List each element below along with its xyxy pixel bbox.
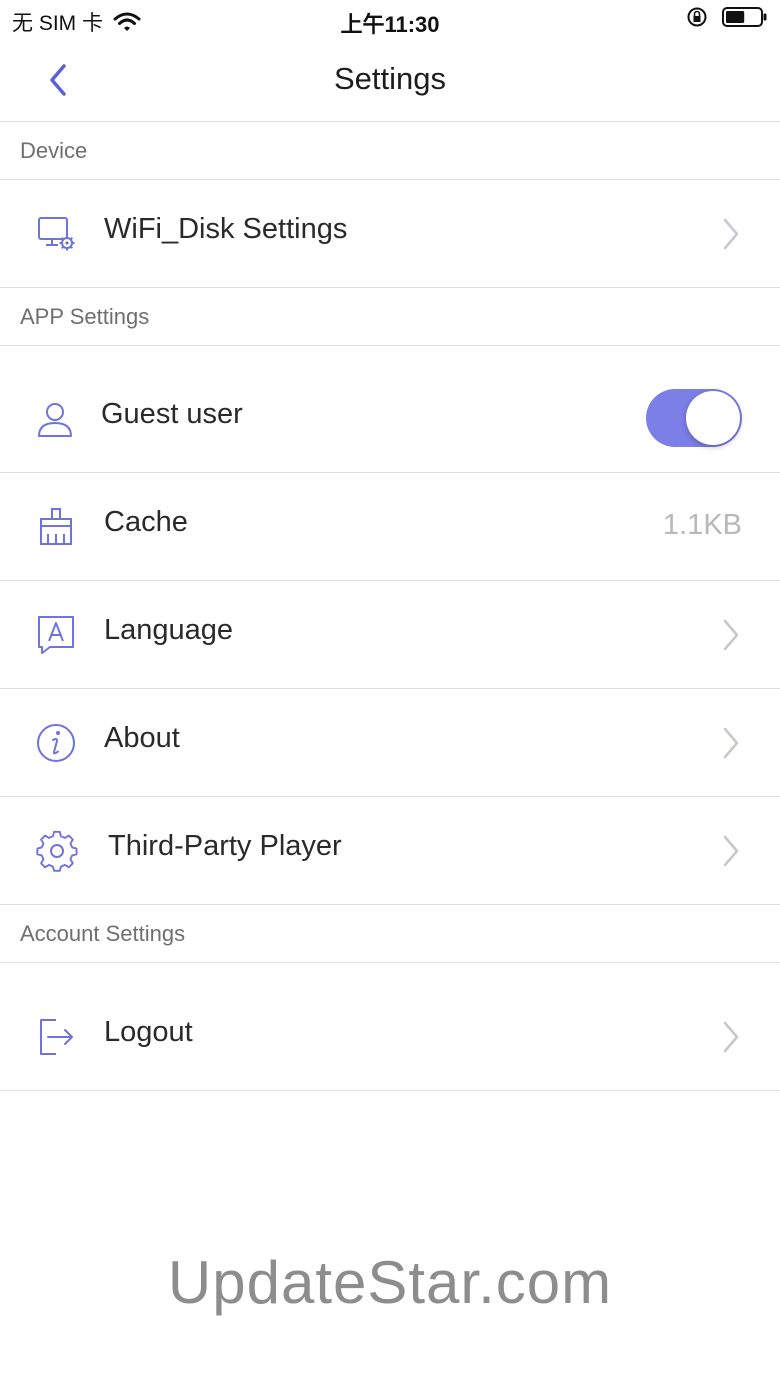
chevron-right-icon [720,216,742,252]
settings-row-cache[interactable]: Cache 1.1KB [0,473,780,581]
language-icon [36,614,78,656]
chevron-right-icon [720,1019,742,1055]
broom-icon [36,506,78,548]
user-icon [36,398,78,440]
status-bar: 无 SIM 卡 上午11:30 [0,0,780,40]
section-header-device: Device [0,122,780,180]
section-header-account: Account Settings [0,905,780,963]
page-title: Settings [333,61,446,96]
row-label: Logout [104,1016,193,1048]
section-title: Account Settings [20,921,186,946]
chevron-right-icon [720,725,742,761]
navigation-bar: Settings [0,40,780,122]
settings-row-logout[interactable]: Logout [0,983,780,1091]
settings-row-about[interactable]: About [0,689,780,797]
section-title: APP Settings [20,304,150,329]
toggle-knob [686,391,740,445]
status-right [686,6,768,28]
row-label: Guest user [101,398,243,430]
section-header-app: APP Settings [0,288,780,346]
status-time: 上午11:30 [340,12,440,37]
chevron-right-icon [720,617,742,653]
row-label: WiFi_Disk Settings [104,213,348,245]
row-label: Cache [104,506,188,538]
chevron-right-icon [720,833,742,869]
battery-icon [722,6,768,28]
row-label: Language [104,614,234,646]
cache-size-value: 1.1KB [663,509,742,541]
settings-row-guest-user: Guest user [0,365,780,473]
disk-settings-icon [36,213,78,255]
watermark: UpdateStar.com [167,1249,613,1316]
row-label: Third-Party Player [108,830,342,862]
settings-row-language[interactable]: Language [0,581,780,689]
row-label: About [104,722,180,754]
settings-row-third-party-player[interactable]: Third-Party Player [0,797,780,905]
guest-user-toggle[interactable] [646,389,742,447]
info-icon [36,722,78,764]
logout-icon [36,1016,78,1058]
section-title: Device [20,138,88,163]
rotation-lock-icon [686,6,708,28]
gear-icon [36,830,78,872]
settings-row-wifi-disk[interactable]: WiFi_Disk Settings [0,180,780,288]
